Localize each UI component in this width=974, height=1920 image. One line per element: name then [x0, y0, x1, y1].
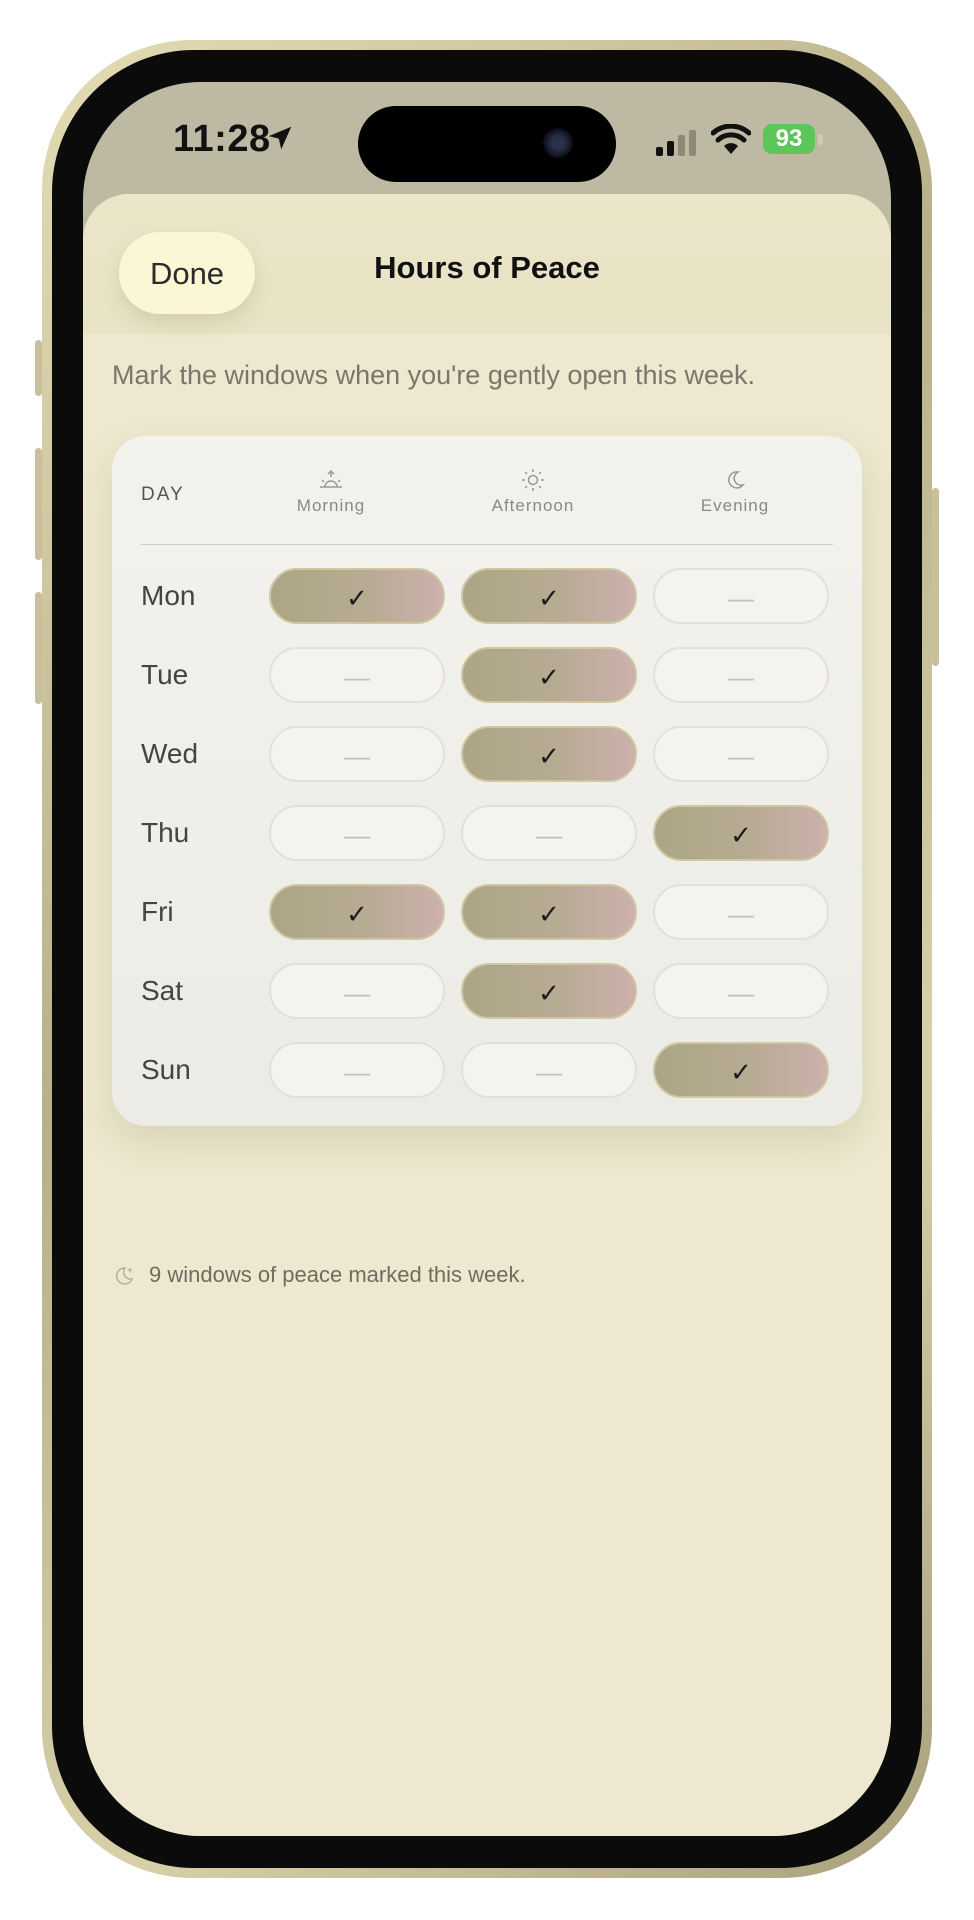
slot-sun-afternoon[interactable]: —: [461, 1042, 637, 1098]
dynamic-island: [358, 106, 616, 182]
side-button-volume-up: [35, 448, 42, 560]
column-header-day: DAY: [141, 484, 185, 505]
row-sat: Sat — ✓ —: [112, 963, 862, 1023]
day-label: Tue: [141, 659, 189, 690]
slot-mon-afternoon[interactable]: ✓: [461, 568, 637, 624]
slot-fri-afternoon[interactable]: ✓: [461, 884, 637, 940]
row-fri: Fri ✓ ✓ —: [112, 884, 862, 944]
side-button-mute: [35, 340, 42, 396]
slot-wed-morning[interactable]: —: [269, 726, 445, 782]
battery-cap: [818, 134, 823, 145]
battery-icon: 93: [763, 124, 815, 154]
slot-sat-morning[interactable]: —: [269, 963, 445, 1019]
modal-sheet: Done Hours of Peace Mark the windows whe…: [83, 194, 891, 1836]
day-label: Mon: [141, 580, 196, 611]
row-mon: Mon ✓ ✓ —: [112, 568, 862, 628]
sunrise-icon: [320, 469, 342, 488]
availability-grid-card: DAY Morning Afternoon Evening Mon ✓ ✓ — …: [112, 436, 862, 1126]
status-bar: 11:28 93: [83, 82, 891, 192]
slot-mon-morning[interactable]: ✓: [269, 568, 445, 624]
slot-thu-afternoon[interactable]: —: [461, 805, 637, 861]
column-label-evening: Evening: [700, 496, 770, 515]
signal-icon: [656, 130, 696, 156]
slot-sat-evening[interactable]: —: [653, 963, 829, 1019]
slot-wed-evening[interactable]: —: [653, 726, 829, 782]
day-label: Sun: [141, 1054, 191, 1085]
slot-thu-morning[interactable]: —: [269, 805, 445, 861]
side-button-volume-down: [35, 592, 42, 704]
day-label: Thu: [141, 817, 190, 848]
slot-tue-evening[interactable]: —: [653, 647, 829, 703]
slot-sun-morning[interactable]: —: [269, 1042, 445, 1098]
column-header-morning: Morning: [243, 468, 419, 516]
slot-wed-afternoon[interactable]: ✓: [461, 726, 637, 782]
column-label-morning: Morning: [296, 496, 366, 515]
day-label: Fri: [141, 896, 174, 927]
instructions-text: Mark the windows when you're gently open…: [112, 360, 755, 390]
slot-thu-evening[interactable]: ✓: [653, 805, 829, 861]
column-header-evening: Evening: [647, 468, 823, 516]
slot-sun-evening[interactable]: ✓: [653, 1042, 829, 1098]
status-time: 11:28: [173, 118, 271, 160]
row-wed: Wed — ✓ —: [112, 726, 862, 786]
column-label-afternoon: Afternoon: [491, 496, 575, 515]
side-button-power: [932, 488, 939, 666]
slot-tue-morning[interactable]: —: [269, 647, 445, 703]
header-divider: [141, 544, 833, 545]
summary-text: 9 windows of peace marked this week.: [149, 1262, 526, 1287]
slot-tue-afternoon[interactable]: ✓: [461, 647, 637, 703]
screen: 11:28 93 Done Hours of Peace Mark the wi…: [83, 82, 891, 1836]
row-tue: Tue — ✓ —: [112, 647, 862, 707]
day-label: Wed: [141, 738, 199, 769]
sun-icon: [522, 469, 544, 491]
slot-fri-morning[interactable]: ✓: [269, 884, 445, 940]
location-arrow-icon: [268, 126, 292, 150]
camera-icon: [543, 128, 573, 158]
day-label: Sat: [141, 975, 184, 1006]
row-thu: Thu — — ✓: [112, 805, 862, 865]
moon-sparkle-icon: [115, 1267, 134, 1285]
column-header-afternoon: Afternoon: [445, 468, 621, 516]
wifi-icon: [711, 124, 751, 154]
moon-icon: [728, 471, 746, 489]
slot-fri-evening[interactable]: —: [653, 884, 829, 940]
page-title: Hours of Peace: [374, 250, 600, 285]
sheet-header: Done Hours of Peace: [83, 194, 891, 334]
row-sun: Sun — — ✓: [112, 1042, 862, 1102]
slot-sat-afternoon[interactable]: ✓: [461, 963, 637, 1019]
slot-mon-evening[interactable]: —: [653, 568, 829, 624]
